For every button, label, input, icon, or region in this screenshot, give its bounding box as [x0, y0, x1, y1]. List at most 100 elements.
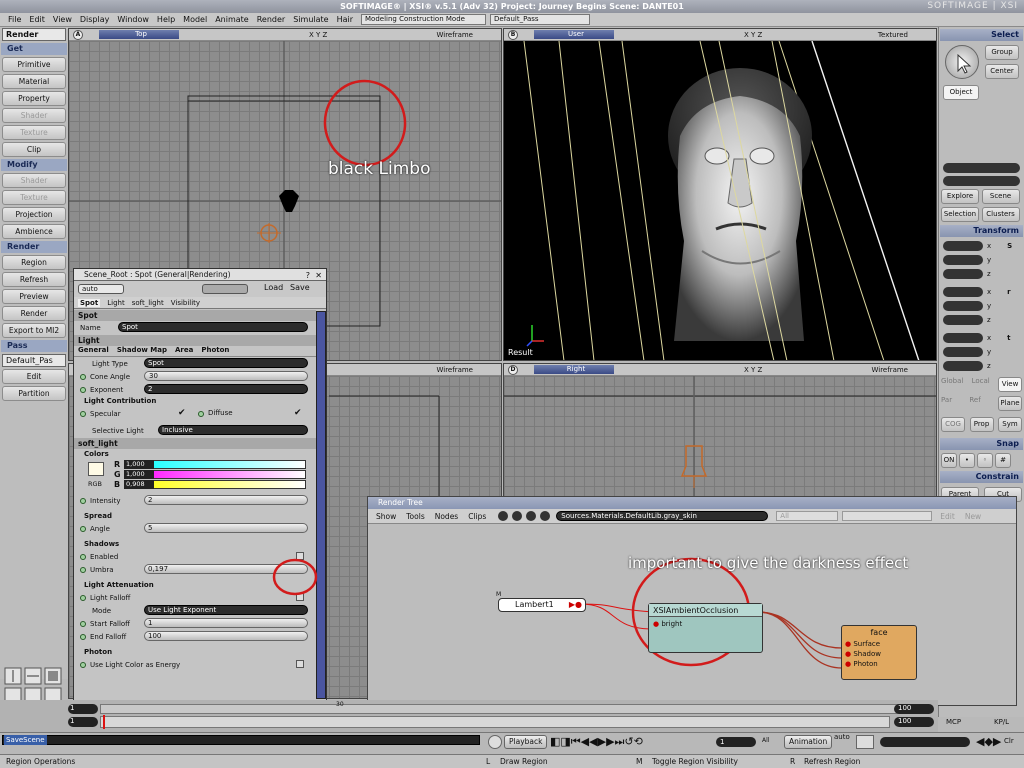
filter-field[interactable] [842, 511, 933, 521]
light-section[interactable]: Light [74, 335, 316, 346]
center-button[interactable]: Center [985, 64, 1019, 79]
modify-texture-button[interactable]: Texture [2, 190, 66, 205]
snap-curve-icon[interactable]: ◦ [977, 453, 993, 468]
viewport-b-mode[interactable]: Textured [878, 29, 908, 41]
viewport-d-mode[interactable]: Wireframe [871, 364, 908, 376]
menu-window[interactable]: Window [113, 15, 153, 24]
start-falloff-value[interactable]: 1 [148, 619, 152, 627]
translate-y-field[interactable] [943, 347, 983, 357]
modify-shader-button[interactable]: Shader [2, 173, 66, 188]
specular-anim-icon[interactable] [80, 410, 86, 417]
property-button[interactable]: Property [2, 91, 66, 106]
ambience-button[interactable]: Ambience [2, 224, 66, 239]
cone-angle-anim-icon[interactable] [80, 373, 86, 380]
scale-icon[interactable]: S [1007, 242, 1012, 250]
script-editor-icon[interactable] [488, 735, 502, 749]
projection-button[interactable]: Projection [2, 207, 66, 222]
viewport-b-axes[interactable]: X Y Z [744, 29, 762, 41]
translate-icon[interactable]: t [1007, 334, 1010, 342]
timeline-range-bar[interactable] [100, 704, 900, 714]
energy-checkbox[interactable] [296, 660, 304, 668]
explore-button[interactable]: Explore [941, 189, 979, 204]
start-falloff-anim-icon[interactable] [80, 620, 86, 627]
viewport-d-camera[interactable]: Right [534, 365, 614, 374]
mcp-button[interactable]: MCP [946, 718, 961, 726]
kpl-button[interactable]: KP/L [994, 718, 1009, 726]
viewport-b[interactable]: B User X Y Z Textured Result [503, 28, 937, 361]
viewport-a-camera[interactable]: Top [99, 30, 179, 39]
b-value[interactable]: 0,908 [124, 480, 154, 489]
diffuse-anim-icon[interactable] [198, 411, 204, 417]
angle-value[interactable]: 5 [148, 524, 152, 532]
lock-icon[interactable] [498, 511, 509, 521]
soft-light-section[interactable]: soft_light [74, 438, 316, 449]
property-scrollbar[interactable] [316, 311, 326, 699]
cog-button[interactable]: COG [941, 417, 965, 432]
menu-render[interactable]: Render [253, 15, 289, 24]
menu-view[interactable]: View [49, 15, 76, 24]
energy-anim-icon[interactable] [80, 661, 86, 668]
partition-button[interactable]: Partition [2, 386, 66, 401]
exponent-field[interactable]: 2 [144, 384, 308, 394]
angle-slider[interactable] [144, 523, 308, 533]
edit-button[interactable]: Edit [940, 512, 955, 521]
r-value[interactable]: 1,000 [124, 460, 154, 469]
ref-mode[interactable]: Ref [969, 396, 980, 411]
rotate-x-field[interactable] [943, 287, 983, 297]
scale-z-field[interactable] [943, 269, 983, 279]
time-slider[interactable] [100, 716, 890, 728]
group-button[interactable]: Group [985, 45, 1019, 60]
light-tab-shadow-map[interactable]: Shadow Map [117, 346, 167, 356]
key-field[interactable] [880, 737, 970, 747]
module-selector[interactable]: Render [2, 28, 66, 41]
help-icon-rt[interactable] [540, 511, 551, 521]
selection-slot-2[interactable] [943, 176, 1020, 186]
mode-dropdown[interactable]: Use Light Exponent [144, 605, 308, 615]
clear-button[interactable]: Clr [1004, 737, 1014, 745]
menu-animate[interactable]: Animate [211, 15, 253, 24]
object-button[interactable]: Object [943, 85, 979, 100]
end-falloff-slider[interactable] [144, 631, 308, 641]
viewport-d-axes[interactable]: X Y Z [744, 364, 762, 376]
enabled-anim-icon[interactable] [80, 553, 86, 560]
translate-x-field[interactable] [943, 333, 983, 343]
menu-display[interactable]: Display [76, 15, 114, 24]
construction-mode-dropdown[interactable]: Modeling Construction Mode [361, 14, 487, 25]
selection-slot-1[interactable] [943, 163, 1020, 173]
menu-hair[interactable]: Hair [333, 15, 357, 24]
specular-checkbox[interactable]: ✔ [178, 408, 186, 418]
key-icon[interactable] [856, 735, 874, 749]
cone-angle-value[interactable]: 30 [146, 372, 184, 380]
animation-button[interactable]: Animation [784, 735, 833, 749]
pass-edit-button[interactable]: Edit [2, 369, 66, 384]
intensity-slider[interactable] [144, 495, 308, 505]
spot-section[interactable]: Spot [74, 310, 316, 321]
all-button[interactable]: All [762, 737, 769, 744]
lock-icons[interactable] [202, 284, 248, 294]
plane-mode[interactable]: Plane [998, 396, 1022, 411]
face-material-node[interactable]: face ● Surface ● Shadow ● Photon [841, 625, 917, 680]
menu-help[interactable]: Help [153, 15, 179, 24]
scale-x-field[interactable] [943, 241, 983, 251]
selective-light-dropdown[interactable]: Inclusive [158, 425, 308, 435]
material-button[interactable]: Material [2, 74, 66, 89]
refresh-icon[interactable] [512, 511, 523, 521]
playback-button[interactable]: Playback [504, 735, 548, 749]
local-mode[interactable]: Local [972, 377, 990, 392]
ambient-occlusion-node[interactable]: XSIAmbientOcclusion ● bright [648, 603, 763, 653]
pass-selector[interactable]: Default_Pas [2, 354, 66, 367]
viewport-c-mode[interactable]: Wireframe [436, 364, 473, 376]
rt-menu-tools[interactable]: Tools [406, 512, 424, 521]
viewport-b-camera[interactable]: User [534, 30, 614, 39]
bright-port[interactable]: ● bright [649, 617, 762, 631]
refresh-button[interactable]: Refresh [2, 272, 66, 287]
auto-key-button[interactable]: auto [834, 733, 850, 741]
end-falloff-anim-icon[interactable] [80, 633, 86, 640]
get-texture-button[interactable]: Texture [2, 125, 66, 140]
light-type-dropdown[interactable]: Spot [144, 358, 308, 368]
sym-button[interactable]: Sym [998, 417, 1022, 432]
rt-menu-show[interactable]: Show [376, 512, 396, 521]
preview-button[interactable]: Preview [2, 289, 66, 304]
playhead[interactable] [103, 715, 105, 729]
rt-menu-nodes[interactable]: Nodes [435, 512, 458, 521]
